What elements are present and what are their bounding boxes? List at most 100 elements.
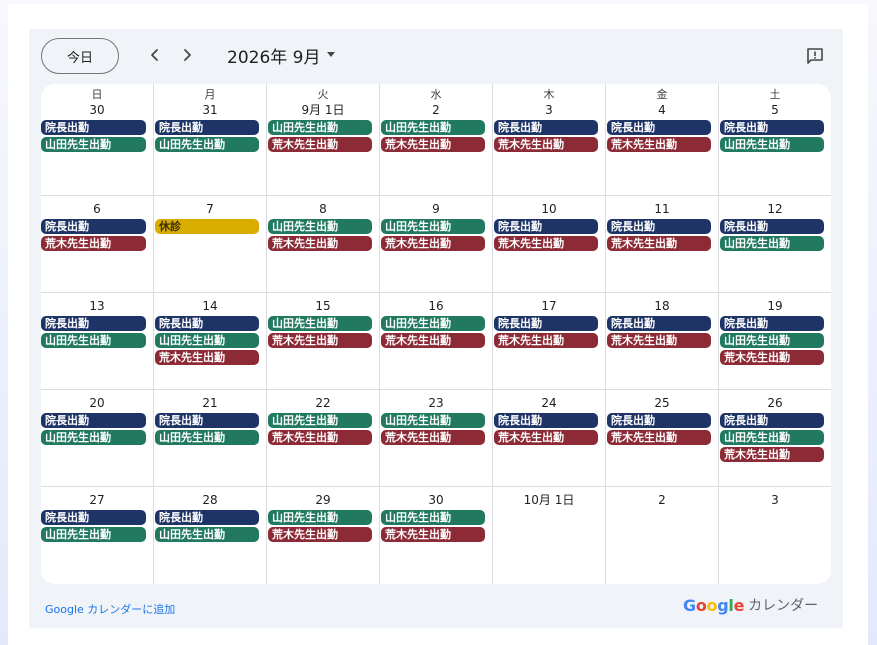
day-cell[interactable]: 26 院長出勤 山田先生出勤 荒木先生出勤 [719, 390, 831, 487]
day-number[interactable]: 10 [493, 202, 605, 216]
event-chip[interactable]: 山田先生出勤 [155, 333, 259, 348]
day-cell[interactable]: 20 院長出勤 山田先生出勤 [41, 390, 154, 487]
day-cell[interactable]: 11 院長出勤荒木先生出勤 [606, 196, 719, 293]
event-chip[interactable]: 山田先生出勤 [155, 527, 259, 542]
day-cell[interactable]: 日 30 院長出勤 山田先生出勤 [41, 84, 154, 196]
day-number[interactable]: 9月 1日 [267, 103, 379, 117]
day-number[interactable]: 24 [493, 396, 605, 410]
event-chip[interactable]: 荒木先生出勤 [381, 430, 485, 445]
day-number[interactable]: 25 [606, 396, 718, 410]
day-number[interactable]: 6 [41, 202, 153, 216]
event-chip[interactable]: 院長出勤 [41, 510, 146, 525]
day-number[interactable]: 18 [606, 299, 718, 313]
event-chip[interactable]: 山田先生出勤 [268, 219, 372, 234]
event-chip[interactable]: 荒木先生出勤 [607, 236, 711, 251]
day-number[interactable]: 22 [267, 396, 379, 410]
day-number[interactable]: 7 [154, 202, 266, 216]
day-cell[interactable]: 15 山田先生出勤 荒木先生出勤 [267, 293, 380, 390]
day-cell[interactable]: 8 山田先生出勤 荒木先生出勤 [267, 196, 380, 293]
day-cell[interactable]: 月 31 院長出勤 山田先生出勤 [154, 84, 267, 196]
event-chip[interactable]: 院長出勤 [41, 316, 146, 331]
day-number[interactable]: 12 [719, 202, 831, 216]
event-chip[interactable]: 荒木先生出勤 [494, 333, 598, 348]
event-chip[interactable]: 荒木先生出勤 [381, 137, 485, 152]
event-chip[interactable]: 山田先生出勤 [41, 137, 146, 152]
day-number[interactable]: 17 [493, 299, 605, 313]
day-cell[interactable]: 21 院長出勤 山田先生出勤 [154, 390, 267, 487]
event-chip[interactable]: 山田先生出勤 [268, 510, 372, 525]
event-chip[interactable]: 院長出勤 [494, 413, 598, 428]
event-chip[interactable]: 院長出勤 [41, 120, 146, 135]
event-chip[interactable]: 山田先生出勤 [381, 219, 485, 234]
event-chip[interactable]: 荒木先生出勤 [268, 137, 372, 152]
event-chip[interactable]: 荒木先生出勤 [607, 430, 711, 445]
day-cell[interactable]: 19 院長出勤 山田先生出勤 荒木先生出勤 [719, 293, 831, 390]
day-number[interactable]: 3 [719, 493, 831, 507]
day-cell[interactable]: 10月 1日 [493, 487, 606, 584]
day-cell[interactable]: 2 [606, 487, 719, 584]
day-number[interactable]: 4 [606, 103, 718, 117]
day-cell[interactable]: 金 4 院長出勤 荒木先生出勤 [606, 84, 719, 196]
day-cell[interactable]: 29 山田先生出勤 荒木先生出勤 [267, 487, 380, 584]
event-chip[interactable]: 荒木先生出勤 [720, 350, 824, 365]
day-number[interactable]: 13 [41, 299, 153, 313]
event-chip[interactable]: 院長出勤 [720, 120, 824, 135]
event-chip[interactable]: 院長出勤 [155, 316, 259, 331]
day-cell[interactable]: 23 山田先生出勤 荒木先生出勤 [380, 390, 493, 487]
day-number[interactable]: 26 [719, 396, 831, 410]
event-chip[interactable]: 荒木先生出勤 [381, 333, 485, 348]
day-cell[interactable]: 10 院長出勤 荒木先生出勤 [493, 196, 606, 293]
month-title[interactable]: 2026年 9月 [227, 43, 320, 68]
event-chip[interactable]: 荒木先生出勤 [268, 430, 372, 445]
event-chip[interactable]: 山田先生出勤 [268, 120, 372, 135]
event-chip[interactable]: 荒木先生出勤 [494, 137, 598, 152]
event-chip[interactable]: 院長出勤 [720, 413, 824, 428]
event-chip[interactable]: 荒木先生出勤 [494, 236, 598, 251]
day-number[interactable]: 2 [606, 493, 718, 507]
feedback-icon[interactable] [805, 46, 825, 66]
event-chip[interactable]: 院長出勤 [720, 219, 824, 234]
day-cell[interactable]: 17 院長出勤 荒木先生出勤 [493, 293, 606, 390]
day-cell[interactable]: 27 院長出勤 山田先生出勤 [41, 487, 154, 584]
day-number[interactable]: 8 [267, 202, 379, 216]
event-chip[interactable]: 荒木先生出勤 [607, 333, 711, 348]
day-cell[interactable]: 22 山田先生出勤 荒木先生出勤 [267, 390, 380, 487]
event-chip[interactable]: 山田先生出勤 [41, 333, 146, 348]
event-chip[interactable]: 山田先生出勤 [268, 316, 372, 331]
event-chip[interactable]: 院長出勤 [155, 413, 259, 428]
event-chip[interactable]: 山田先生出勤 [720, 430, 824, 445]
day-number[interactable]: 16 [380, 299, 492, 313]
day-cell[interactable]: 6 院長出勤 荒木先生出勤 [41, 196, 154, 293]
prev-month-button[interactable] [143, 43, 167, 67]
day-cell[interactable]: 24 院長出勤 荒木先生出勤 [493, 390, 606, 487]
event-chip[interactable]: 山田先生出勤 [41, 430, 146, 445]
event-chip[interactable]: 院長出勤 [41, 219, 146, 234]
event-chip[interactable]: 荒木先生出勤 [268, 333, 372, 348]
event-chip[interactable]: 院長出勤 [607, 316, 711, 331]
event-chip[interactable]: 荒木先生出勤 [268, 527, 372, 542]
day-number[interactable]: 31 [154, 103, 266, 117]
event-chip[interactable]: 山田先生出勤 [381, 510, 485, 525]
event-chip[interactable]: 山田先生出勤 [381, 316, 485, 331]
day-number[interactable]: 23 [380, 396, 492, 410]
day-cell[interactable]: 12 院長出勤 山田先生出勤 [719, 196, 831, 293]
event-chip[interactable]: 山田先生出勤 [720, 137, 824, 152]
event-chip[interactable]: 山田先生出勤 [155, 137, 259, 152]
event-chip[interactable]: 院長出勤 [607, 120, 711, 135]
event-chip[interactable]: 院長出勤 [155, 120, 259, 135]
day-number[interactable]: 15 [267, 299, 379, 313]
event-chip[interactable]: 山田先生出勤 [155, 430, 259, 445]
event-chip[interactable]: 荒木先生出勤 [155, 350, 259, 365]
next-month-button[interactable] [175, 43, 199, 67]
event-chip[interactable]: 院長出勤 [607, 413, 711, 428]
event-chip[interactable]: 山田先生出勤 [381, 413, 485, 428]
event-chip[interactable]: 荒木先生出勤 [381, 527, 485, 542]
day-number[interactable]: 3 [493, 103, 605, 117]
day-cell[interactable]: 3 [719, 487, 831, 584]
event-chip[interactable]: 院長出勤 [720, 316, 824, 331]
event-chip[interactable]: 荒木先生出勤 [381, 236, 485, 251]
event-chip[interactable]: 院長出勤 [607, 219, 711, 234]
day-number[interactable]: 11 [606, 202, 718, 216]
day-cell[interactable]: 25 院長出勤荒木先生出勤 [606, 390, 719, 487]
event-chip[interactable]: 山田先生出勤 [381, 120, 485, 135]
